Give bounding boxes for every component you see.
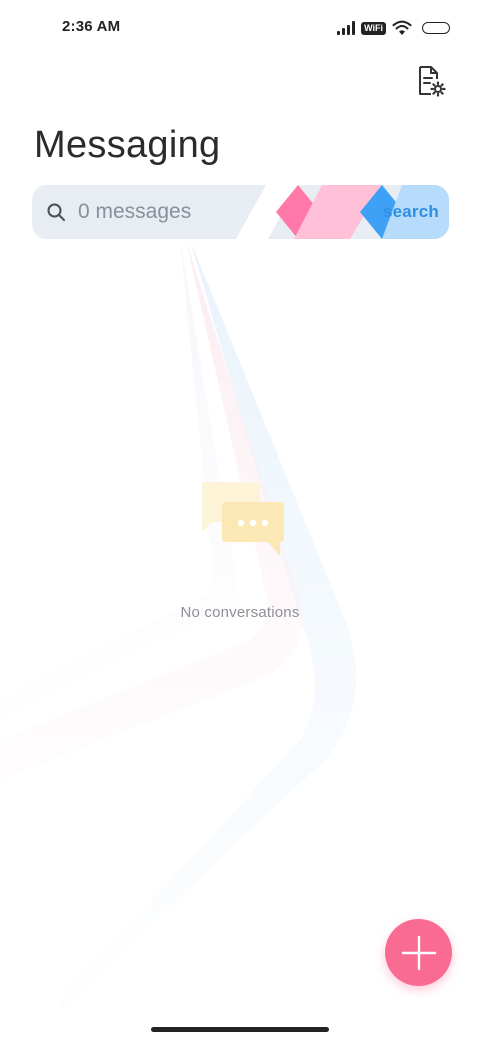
status-time: 2:36 AM — [62, 18, 121, 35]
status-bar: 2:36 AM WiFi — [0, 0, 480, 56]
home-indicator[interactable] — [151, 1027, 329, 1032]
wifi-badge-icon: WiFi — [361, 21, 386, 35]
chat-bubbles-icon — [202, 482, 284, 556]
empty-state-message: No conversations — [180, 604, 300, 621]
battery-icon — [422, 22, 450, 34]
search-icon — [47, 203, 65, 221]
signal-icon — [337, 21, 356, 35]
search-button[interactable]: search — [383, 185, 439, 239]
search-bar[interactable]: search — [32, 185, 449, 239]
message-settings-button[interactable] — [414, 64, 448, 98]
wifi-icon — [392, 20, 412, 35]
status-icons: WiFi — [337, 18, 450, 38]
new-conversation-button[interactable] — [385, 919, 452, 986]
page-title: Messaging — [34, 124, 221, 166]
plus-icon — [401, 935, 436, 970]
document-gear-icon — [419, 66, 446, 97]
